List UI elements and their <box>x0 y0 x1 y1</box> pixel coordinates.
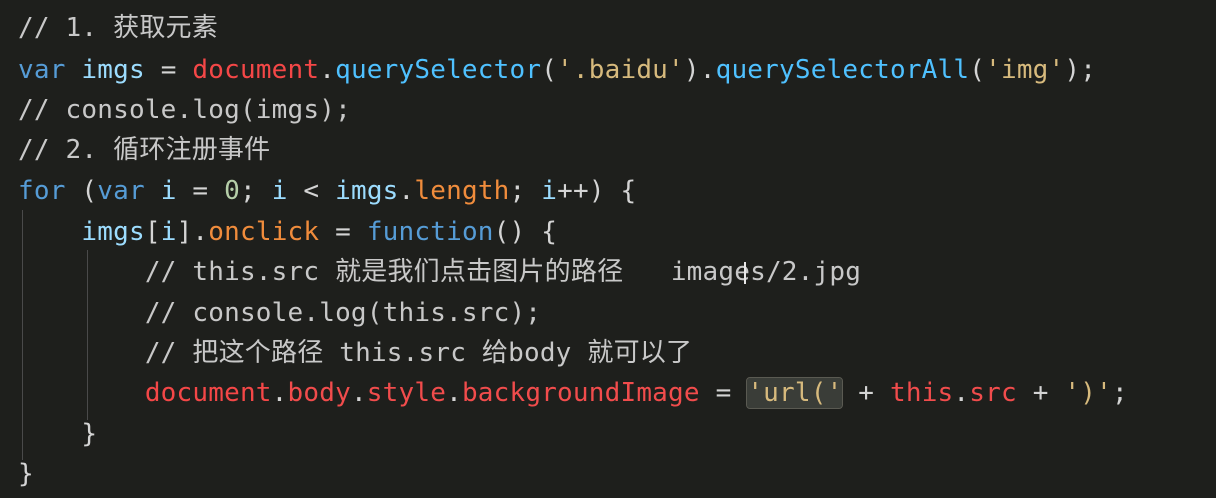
code-token: i <box>160 176 177 206</box>
code-line[interactable]: // 1. 获取元素 <box>18 8 218 48</box>
code-line[interactable]: // console.log(imgs); <box>18 90 351 130</box>
code-token: . <box>319 55 336 85</box>
code-token: backgroundImage <box>461 378 700 408</box>
code-token: 0 <box>224 176 240 206</box>
code-token: i <box>160 217 177 247</box>
code-token: ]. <box>176 217 209 247</box>
code-token: } <box>18 419 98 449</box>
code-token: length <box>414 176 510 206</box>
code-line[interactable]: // 把这个路径 this.src 给body 就可以了 <box>18 333 692 373</box>
code-token: i <box>541 176 558 206</box>
code-token: ( <box>541 55 558 85</box>
code-token: ). <box>683 55 716 85</box>
code-token: . <box>398 176 415 206</box>
text-cursor <box>744 262 746 284</box>
code-line[interactable]: } <box>18 414 97 454</box>
code-token: = <box>699 378 748 408</box>
code-comment: // this.src 就是我们点击图片的路径 images/2.jpg <box>144 257 862 287</box>
code-token: imgs <box>81 217 145 247</box>
code-token: imgs <box>81 55 145 85</box>
code-token: this <box>890 378 954 408</box>
code-comment: // 把这个路径 this.src 给body 就可以了 <box>144 338 693 368</box>
code-token: [ <box>144 217 161 247</box>
code-line[interactable]: // 2. 循环注册事件 <box>18 130 270 170</box>
code-token: ')' <box>1064 378 1112 408</box>
code-comment: // 1. 获取元素 <box>18 13 218 43</box>
code-comment: // 2. 循环注册事件 <box>18 135 271 165</box>
code-token: src <box>969 378 1017 408</box>
code-token: var <box>18 55 66 85</box>
code-token: document <box>144 378 272 408</box>
code-token: querySelector <box>335 55 542 85</box>
code-token: var <box>97 176 145 206</box>
code-token: document <box>192 55 320 85</box>
code-token: } <box>18 459 34 489</box>
code-editor[interactable]: // 1. 获取元素 var imgs = document.querySele… <box>0 0 1216 498</box>
code-token: ; <box>239 176 272 206</box>
code-token: + <box>1016 378 1065 408</box>
code-comment: // console.log(this.src); <box>144 298 542 328</box>
code-token: = <box>176 176 225 206</box>
code-token: '.baidu' <box>557 55 684 85</box>
code-token: . <box>446 378 462 408</box>
code-token: ; <box>509 176 542 206</box>
code-token: body <box>287 378 351 408</box>
code-token: = <box>144 55 193 85</box>
code-token: imgs <box>335 176 399 206</box>
code-token: . <box>271 378 288 408</box>
code-token: = <box>319 217 367 247</box>
code-token: + <box>842 378 890 408</box>
code-comment: // console.log(imgs); <box>18 95 351 125</box>
code-token: for <box>18 176 66 206</box>
code-line[interactable]: imgs[i].onclick = function() { <box>18 212 557 252</box>
code-token: i <box>271 176 288 206</box>
code-token: . <box>350 378 367 408</box>
code-line[interactable]: for (var i = 0; i < imgs.length; i++) { <box>18 171 636 211</box>
code-token: ; <box>1111 378 1128 408</box>
code-token: () { <box>493 217 558 247</box>
code-token: < <box>287 176 336 206</box>
code-line[interactable]: // this.src 就是我们点击图片的路径 images/2.jpg <box>18 252 861 292</box>
code-token: style <box>366 378 447 408</box>
code-token: ( <box>65 176 98 206</box>
code-token: 'url(' <box>746 377 844 409</box>
code-token: 'img' <box>985 55 1065 85</box>
code-token: ); <box>1064 55 1097 85</box>
code-line[interactable]: var imgs = document.querySelector('.baid… <box>18 50 1096 90</box>
code-token: querySelectorAll <box>715 55 970 85</box>
code-token: ++) { <box>557 176 637 206</box>
code-token: function <box>366 217 494 247</box>
code-line[interactable]: } <box>18 454 34 494</box>
code-line[interactable]: document.body.style.backgroundImage = 'u… <box>18 373 1128 413</box>
code-line[interactable]: // console.log(this.src); <box>18 293 541 333</box>
code-token: onclick <box>208 217 320 247</box>
code-token: . <box>953 378 970 408</box>
code-token: ( <box>969 55 986 85</box>
